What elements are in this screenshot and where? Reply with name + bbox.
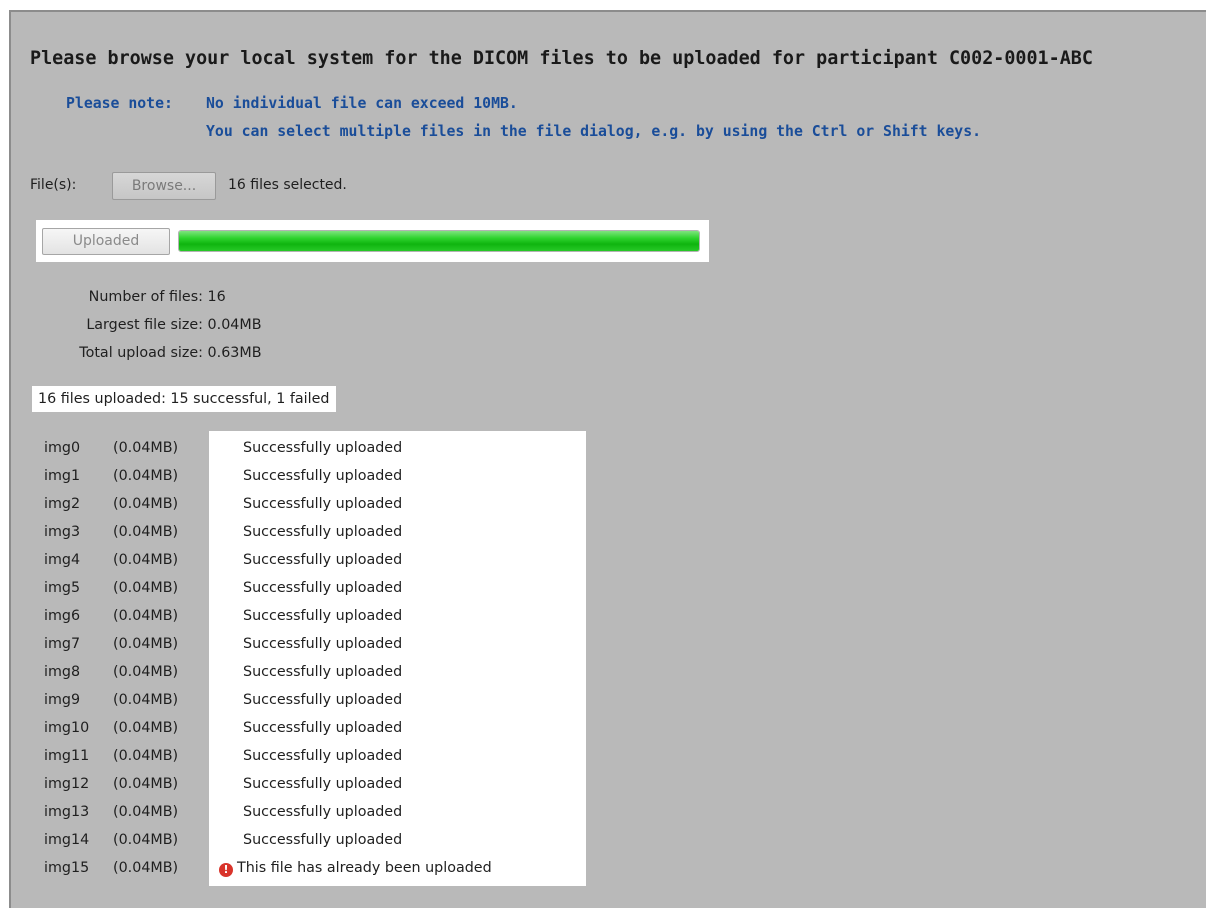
file-status-text: Successfully uploaded	[243, 748, 403, 764]
file-status-text: Successfully uploaded	[243, 776, 403, 792]
upload-progress-fill	[179, 231, 699, 251]
file-size: (0.04MB)	[113, 664, 179, 680]
file-size: (0.04MB)	[113, 804, 179, 820]
file-status-text: Successfully uploaded	[243, 720, 403, 736]
stat-row: Total upload size: 0.63MB	[0, 339, 262, 367]
file-size: (0.04MB)	[113, 692, 179, 708]
file-size: (0.04MB)	[113, 748, 179, 764]
file-status: Successfully uploaded	[243, 714, 402, 742]
file-name: img11	[44, 748, 90, 764]
file-status-text: Successfully uploaded	[243, 496, 403, 512]
browse-button[interactable]: Browse...	[112, 172, 216, 200]
file-size: (0.04MB)	[113, 608, 179, 624]
file-status: Successfully uploaded	[243, 770, 402, 798]
file-size: (0.04MB)	[113, 440, 179, 456]
file-status: Successfully uploaded	[243, 798, 402, 826]
upload-stats: Number of files: 16 Largest file size: 0.…	[0, 283, 262, 367]
file-size: (0.04MB)	[113, 860, 179, 876]
file-status: Successfully uploaded	[243, 434, 402, 462]
upload-summary: 16 files uploaded: 15 successful, 1 fail…	[32, 386, 336, 412]
stat-value: 0.04MB	[207, 317, 262, 333]
file-status-text: Successfully uploaded	[243, 468, 403, 484]
file-name: img0	[44, 440, 81, 456]
file-name: img14	[44, 832, 90, 848]
file-status-text: Successfully uploaded	[243, 608, 403, 624]
file-status: Successfully uploaded	[243, 602, 402, 630]
file-name: img2	[44, 496, 81, 512]
file-size: (0.04MB)	[113, 720, 179, 736]
file-status: Successfully uploaded	[243, 518, 402, 546]
file-status-text: Successfully uploaded	[243, 664, 403, 680]
file-size: (0.04MB)	[113, 552, 179, 568]
file-status-text: Successfully uploaded	[243, 832, 403, 848]
file-name: img12	[44, 776, 90, 792]
file-status-text: Successfully uploaded	[243, 692, 403, 708]
stat-row: Largest file size: 0.04MB	[0, 311, 262, 339]
file-status: Successfully uploaded	[243, 546, 402, 574]
uploaded-button[interactable]: Uploaded	[42, 228, 170, 255]
file-status: Successfully uploaded	[243, 658, 402, 686]
note-size-limit: No individual file can exceed 10MB.	[206, 95, 518, 112]
stat-label: Total upload size:	[79, 345, 203, 361]
files-label: File(s):	[30, 177, 77, 193]
file-name: img7	[44, 636, 81, 652]
file-size: (0.04MB)	[113, 636, 179, 652]
stat-value: 16	[207, 289, 226, 305]
file-size: (0.04MB)	[113, 832, 179, 848]
file-status-text: Successfully uploaded	[243, 552, 403, 568]
file-name: img1	[44, 468, 81, 484]
file-name: img4	[44, 552, 81, 568]
file-status: Successfully uploaded	[243, 630, 402, 658]
file-name: img13	[44, 804, 90, 820]
file-status: Successfully uploaded	[243, 462, 402, 490]
file-status-text: Successfully uploaded	[243, 804, 403, 820]
file-status: Successfully uploaded	[243, 574, 402, 602]
file-size: (0.04MB)	[113, 468, 179, 484]
files-selected-text: 16 files selected.	[228, 177, 347, 193]
file-status: Successfully uploaded	[243, 742, 402, 770]
stat-row: Number of files: 16	[0, 283, 262, 311]
upload-panel	[9, 10, 1206, 908]
note-multi-select: You can select multiple files in the fil…	[206, 123, 982, 140]
error-icon: !	[219, 863, 233, 877]
stat-value: 0.63MB	[207, 345, 262, 361]
file-size: (0.04MB)	[113, 776, 179, 792]
file-status-text: Successfully uploaded	[243, 580, 403, 596]
file-name: img15	[44, 860, 90, 876]
file-size: (0.04MB)	[113, 524, 179, 540]
file-size: (0.04MB)	[113, 580, 179, 596]
file-name: img9	[44, 692, 81, 708]
file-status: ! This file has already been uploaded	[219, 854, 492, 882]
upload-progress-bar	[178, 230, 700, 252]
stat-label: Number of files:	[88, 289, 203, 305]
file-size: (0.04MB)	[113, 496, 179, 512]
file-status: Successfully uploaded	[243, 490, 402, 518]
file-name: img6	[44, 608, 81, 624]
file-name: img5	[44, 580, 81, 596]
file-status-text: This file has already been uploaded	[237, 860, 492, 876]
page-title: Please browse your local system for the …	[30, 48, 1093, 69]
file-name: img3	[44, 524, 81, 540]
file-status: Successfully uploaded	[243, 686, 402, 714]
file-status-text: Successfully uploaded	[243, 440, 403, 456]
note-label: Please note:	[66, 95, 173, 112]
stat-label: Largest file size:	[86, 317, 203, 333]
file-status-text: Successfully uploaded	[243, 524, 403, 540]
file-name: img8	[44, 664, 81, 680]
file-status-text: Successfully uploaded	[243, 636, 403, 652]
file-status: Successfully uploaded	[243, 826, 402, 854]
file-name: img10	[44, 720, 90, 736]
